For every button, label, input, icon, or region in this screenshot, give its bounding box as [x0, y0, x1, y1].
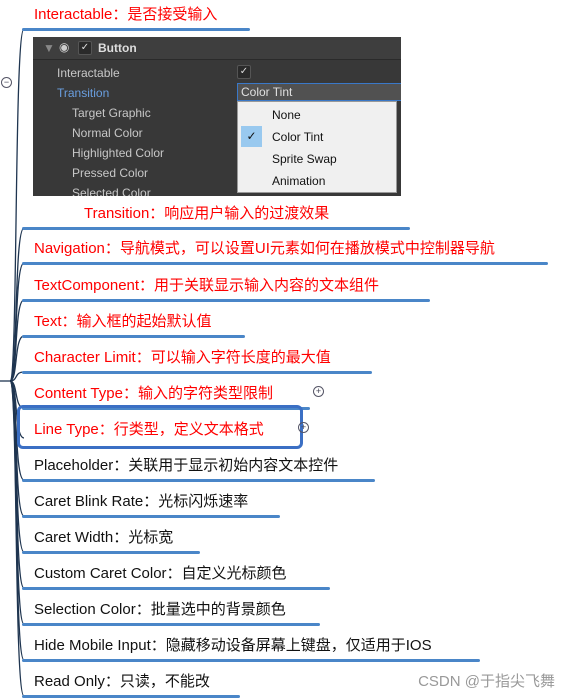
- field-label: Normal Color: [72, 126, 143, 140]
- foldout-icon: ▼: [43, 41, 55, 55]
- interactable-checkbox: ✓: [237, 65, 251, 79]
- topic-node[interactable]: Placeholder：关联用于显示初始内容文本控件: [34, 454, 338, 475]
- field-label: Interactable: [57, 66, 120, 80]
- topic-node[interactable]: Character Limit：可以输入字符长度的最大值: [34, 346, 331, 367]
- topic-node[interactable]: Hide Mobile Input：隐藏移动设备屏幕上键盘，仅适用于IOS: [34, 634, 432, 655]
- topic-node[interactable]: Content Type：输入的字符类型限制: [34, 382, 273, 403]
- check-icon: ✓: [241, 126, 262, 147]
- transition-dropdown: Color Tint: [237, 83, 401, 101]
- selected-node-outline: [17, 405, 303, 449]
- topic-underline: [22, 262, 548, 265]
- field-label: Target Graphic: [72, 106, 151, 120]
- menu-item: None: [272, 108, 301, 122]
- menu-item: Color Tint: [272, 130, 324, 144]
- topic-node[interactable]: Text：输入框的起始默认值: [34, 310, 212, 331]
- component-header: ▼ ◉ ✓ Button: [33, 37, 401, 60]
- topic-node[interactable]: Read Only：只读，不能改: [34, 670, 210, 691]
- topic-node[interactable]: Caret Blink Rate：光标闪烁速率: [34, 490, 248, 511]
- topic-underline: [22, 28, 250, 31]
- menu-item: Animation: [272, 174, 326, 188]
- topic-underline: [22, 479, 375, 482]
- topic-underline: [22, 551, 200, 554]
- topic-underline: [22, 335, 245, 338]
- topic-node[interactable]: Selection Color：批量选中的背景颜色: [34, 598, 286, 619]
- topic-underline: [22, 659, 480, 662]
- menu-item: Sprite Swap: [272, 152, 337, 166]
- topic-node[interactable]: TextComponent：用于关联显示输入内容的文本组件: [34, 274, 379, 295]
- topic-node[interactable]: Caret Width：光标宽: [34, 526, 173, 547]
- enabled-checkbox: ✓: [78, 41, 92, 55]
- field-label: Highlighted Color: [72, 146, 165, 160]
- component-title: Button: [98, 41, 137, 55]
- field-label: Selected Color: [72, 186, 151, 196]
- topic-underline: [22, 587, 330, 590]
- component-icon: ◉: [59, 40, 70, 54]
- watermark: CSDN @于指尖飞舞: [418, 673, 555, 690]
- topic-underline: [22, 227, 410, 230]
- topic-node[interactable]: Transition：响应用户输入的过渡效果: [84, 202, 329, 223]
- expand-icon[interactable]: +: [313, 386, 324, 397]
- unity-inspector-image: ▼ ◉ ✓ Button Interactable ✓ Transition T…: [33, 37, 401, 196]
- field-label: Transition: [57, 86, 110, 100]
- topic-underline: [22, 371, 372, 374]
- topic-underline: [22, 623, 320, 626]
- collapse-icon[interactable]: −: [1, 77, 12, 88]
- topic-underline: [22, 515, 280, 518]
- topic-node[interactable]: Interactable：是否接受输入: [34, 3, 217, 24]
- topic-node[interactable]: Navigation：导航模式，可以设置UI元素如何在播放模式中控制器导航: [34, 237, 495, 258]
- transition-menu: None ✓ Color Tint Sprite Swap Animation: [237, 101, 397, 193]
- topic-underline: [22, 299, 430, 302]
- field-label: Pressed Color: [72, 166, 149, 180]
- expand-icon[interactable]: +: [298, 422, 309, 433]
- topic-node[interactable]: Custom Caret Color：自定义光标颜色: [34, 562, 287, 583]
